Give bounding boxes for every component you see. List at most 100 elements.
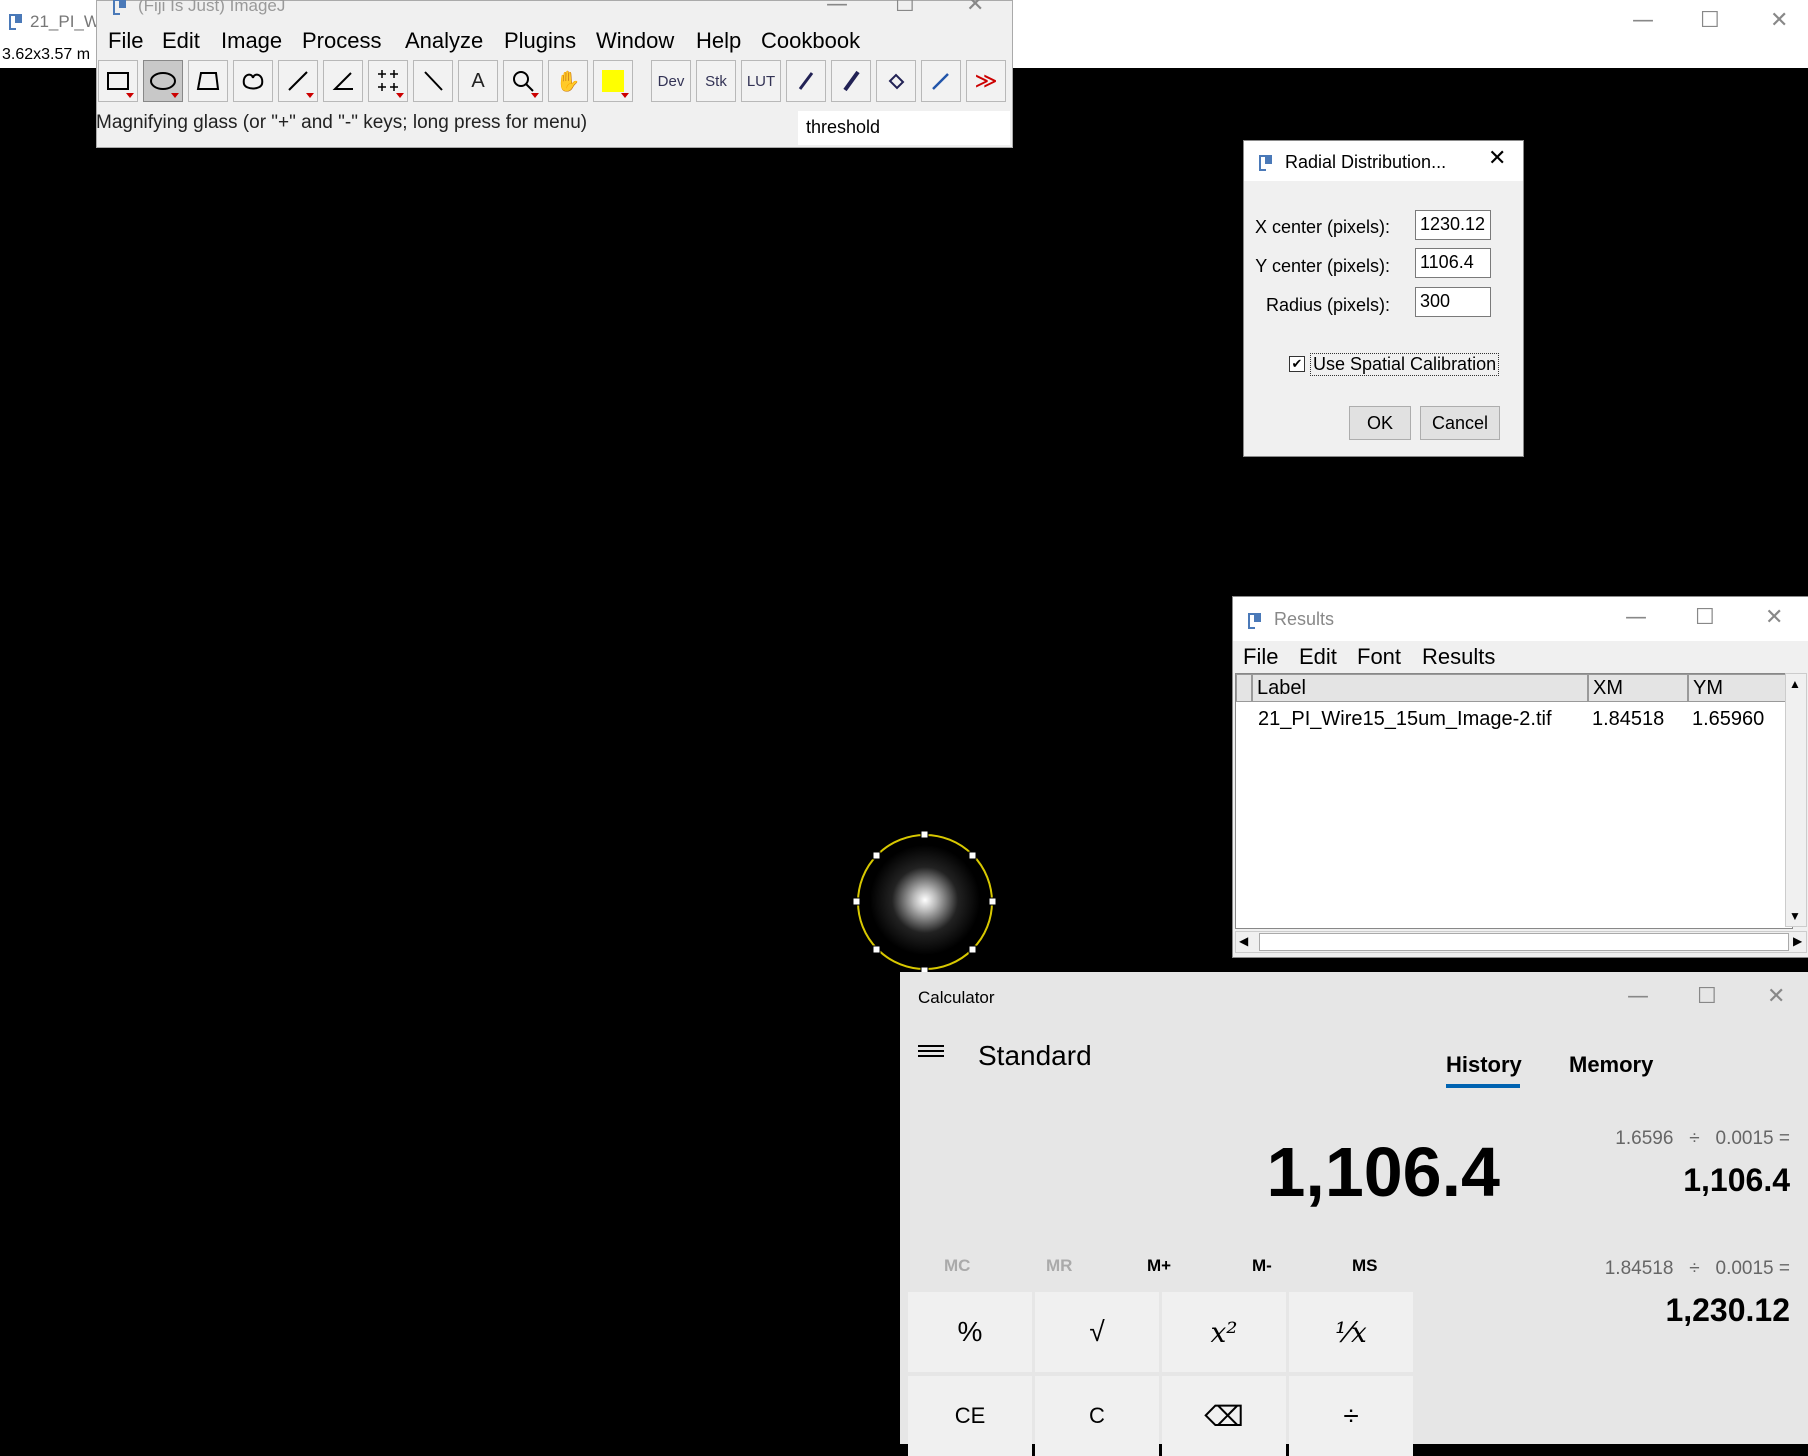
divide-button[interactable]: ÷ bbox=[1289, 1376, 1413, 1456]
menu-cookbook[interactable]: Cookbook bbox=[761, 28, 860, 54]
lut-tool-icon[interactable]: LUT bbox=[741, 60, 781, 102]
m-minus-button[interactable]: M- bbox=[1252, 1256, 1272, 1276]
tab-history[interactable]: History bbox=[1446, 1052, 1522, 1078]
mr-button[interactable]: MR bbox=[1046, 1256, 1072, 1276]
results-table[interactable]: Label XM YM 21_PI_Wire15_15um_Image-2.ti… bbox=[1235, 673, 1793, 929]
color-picker-tool-icon[interactable] bbox=[593, 60, 633, 102]
maximize-icon[interactable]: ☐ bbox=[1697, 984, 1717, 1009]
square-button[interactable]: x² bbox=[1162, 1292, 1286, 1372]
close-icon[interactable]: ✕ bbox=[1770, 8, 1788, 33]
results-title: Results bbox=[1274, 609, 1335, 629]
history-expression[interactable]: 1.6596 ÷ 0.0015 = bbox=[1460, 1128, 1790, 1150]
results-window: Results — ☐ ✕ File Edit Font Results Lab… bbox=[1232, 596, 1808, 958]
column-header-label[interactable]: Label bbox=[1252, 674, 1588, 702]
radius-input[interactable]: 300 bbox=[1415, 287, 1491, 317]
vertical-scrollbar[interactable] bbox=[1785, 673, 1807, 927]
angle-tool-icon[interactable] bbox=[323, 60, 363, 102]
ms-button[interactable]: MS bbox=[1352, 1256, 1378, 1276]
spatial-calibration-label[interactable]: Use Spatial Calibration bbox=[1310, 353, 1500, 376]
menu-plugins[interactable]: Plugins bbox=[504, 28, 576, 54]
close-icon[interactable]: ✕ bbox=[966, 0, 984, 17]
calculator-window: Calculator — ☐ ✕ Standard History Memory… bbox=[900, 972, 1808, 1456]
cell-ym[interactable]: 1.65960 bbox=[1692, 708, 1764, 731]
history-result[interactable]: 1,230.12 bbox=[1460, 1292, 1790, 1329]
results-menu-results[interactable]: Results bbox=[1422, 644, 1495, 670]
maximize-icon[interactable]: ☐ bbox=[1695, 605, 1715, 630]
hand-tool-icon[interactable]: ✋ bbox=[548, 60, 588, 102]
x-center-input[interactable]: 1230.12 bbox=[1415, 210, 1491, 240]
results-menu-edit[interactable]: Edit bbox=[1299, 644, 1337, 670]
results-menu-file[interactable]: File bbox=[1243, 644, 1278, 670]
m-plus-button[interactable]: M+ bbox=[1147, 1256, 1171, 1276]
clear-entry-button[interactable]: CE bbox=[908, 1376, 1032, 1456]
wand-tool-icon[interactable] bbox=[413, 60, 453, 102]
image-window-title: 21_PI_W bbox=[30, 12, 100, 31]
rectangle-tool-icon[interactable] bbox=[98, 60, 138, 102]
column-header-xm[interactable]: XM bbox=[1588, 674, 1688, 702]
scroll-down-icon[interactable]: ▼ bbox=[1789, 909, 1801, 923]
cell-xm[interactable]: 1.84518 bbox=[1592, 708, 1664, 731]
calculator-title: Calculator bbox=[918, 988, 995, 1007]
menu-file[interactable]: File bbox=[108, 28, 143, 54]
menu-image[interactable]: Image bbox=[221, 28, 282, 54]
calculator-display: 1,106.4 bbox=[1266, 1133, 1500, 1211]
minimize-icon[interactable]: — bbox=[1625, 605, 1647, 630]
column-header-ym[interactable]: YM bbox=[1688, 674, 1788, 702]
more-tools-icon[interactable]: ≫ bbox=[966, 60, 1006, 102]
scroll-right-icon[interactable]: ▶ bbox=[1793, 934, 1802, 948]
menu-analyze[interactable]: Analyze bbox=[405, 28, 483, 54]
sqrt-button[interactable]: √ bbox=[1035, 1292, 1159, 1372]
tab-memory[interactable]: Memory bbox=[1569, 1052, 1653, 1078]
stk-tool-icon[interactable]: Stk bbox=[696, 60, 736, 102]
text-tool-icon[interactable]: A bbox=[458, 60, 498, 102]
menu-help[interactable]: Help bbox=[696, 28, 741, 54]
zoom-tool-icon[interactable] bbox=[503, 60, 543, 102]
brush-tool-icon[interactable] bbox=[831, 60, 871, 102]
reciprocal-button[interactable]: ¹⁄x bbox=[1289, 1292, 1413, 1372]
menu-edit[interactable]: Edit bbox=[162, 28, 200, 54]
polygon-tool-icon[interactable] bbox=[188, 60, 228, 102]
scroll-up-icon[interactable]: ▲ bbox=[1789, 677, 1801, 691]
maximize-icon[interactable]: ☐ bbox=[1700, 8, 1720, 33]
mc-button[interactable]: MC bbox=[944, 1256, 970, 1276]
menu-process[interactable]: Process bbox=[302, 28, 381, 54]
y-center-input[interactable]: 1106.4 bbox=[1415, 248, 1491, 278]
radius-label: Radius (pixels): bbox=[1265, 295, 1390, 315]
close-icon[interactable]: ✕ bbox=[1488, 146, 1506, 171]
multipoint-tool-icon[interactable] bbox=[368, 60, 408, 102]
hamburger-menu-icon[interactable] bbox=[918, 1042, 944, 1060]
minimize-icon[interactable]: — bbox=[1627, 984, 1649, 1009]
backspace-button[interactable]: ⌫ bbox=[1162, 1376, 1286, 1456]
spatial-calibration-checkbox[interactable]: ✔ bbox=[1289, 356, 1305, 372]
y-center-label: Y center (pixels): bbox=[1255, 256, 1390, 276]
ok-button[interactable]: OK bbox=[1349, 406, 1411, 440]
close-icon[interactable]: ✕ bbox=[1765, 605, 1783, 630]
history-result[interactable]: 1,106.4 bbox=[1460, 1162, 1790, 1199]
maximize-icon[interactable]: ☐ bbox=[895, 0, 915, 17]
history-expression[interactable]: 1.84518 ÷ 0.0015 = bbox=[1460, 1258, 1790, 1280]
menu-window[interactable]: Window bbox=[596, 28, 674, 54]
minimize-icon[interactable]: — bbox=[826, 0, 848, 17]
fiji-icon bbox=[1247, 611, 1263, 632]
results-menu-font[interactable]: Font bbox=[1357, 644, 1401, 670]
flood-fill-tool-icon[interactable] bbox=[876, 60, 916, 102]
cancel-button[interactable]: Cancel bbox=[1420, 406, 1500, 440]
dev-tool-icon[interactable]: Dev bbox=[651, 60, 691, 102]
search-input[interactable]: threshold bbox=[798, 111, 1010, 145]
cell-label[interactable]: 21_PI_Wire15_15um_Image-2.tif bbox=[1258, 708, 1552, 731]
oval-tool-icon[interactable] bbox=[143, 60, 183, 102]
pencil-tool-icon[interactable] bbox=[786, 60, 826, 102]
row-header-corner bbox=[1236, 674, 1252, 702]
percent-button[interactable]: % bbox=[908, 1292, 1032, 1372]
freehand-tool-icon[interactable] bbox=[233, 60, 273, 102]
clear-button[interactable]: C bbox=[1035, 1376, 1159, 1456]
fiji-icon bbox=[8, 12, 24, 33]
dropper-tool-icon[interactable] bbox=[921, 60, 961, 102]
line-tool-icon[interactable] bbox=[278, 60, 318, 102]
minimize-icon[interactable]: — bbox=[1632, 8, 1654, 33]
horizontal-scroll-thumb[interactable] bbox=[1259, 933, 1789, 951]
scroll-left-icon[interactable]: ◀ bbox=[1239, 934, 1248, 948]
close-icon[interactable]: ✕ bbox=[1767, 984, 1785, 1009]
fiji-icon bbox=[1258, 153, 1274, 174]
oval-roi[interactable] bbox=[850, 830, 1000, 980]
